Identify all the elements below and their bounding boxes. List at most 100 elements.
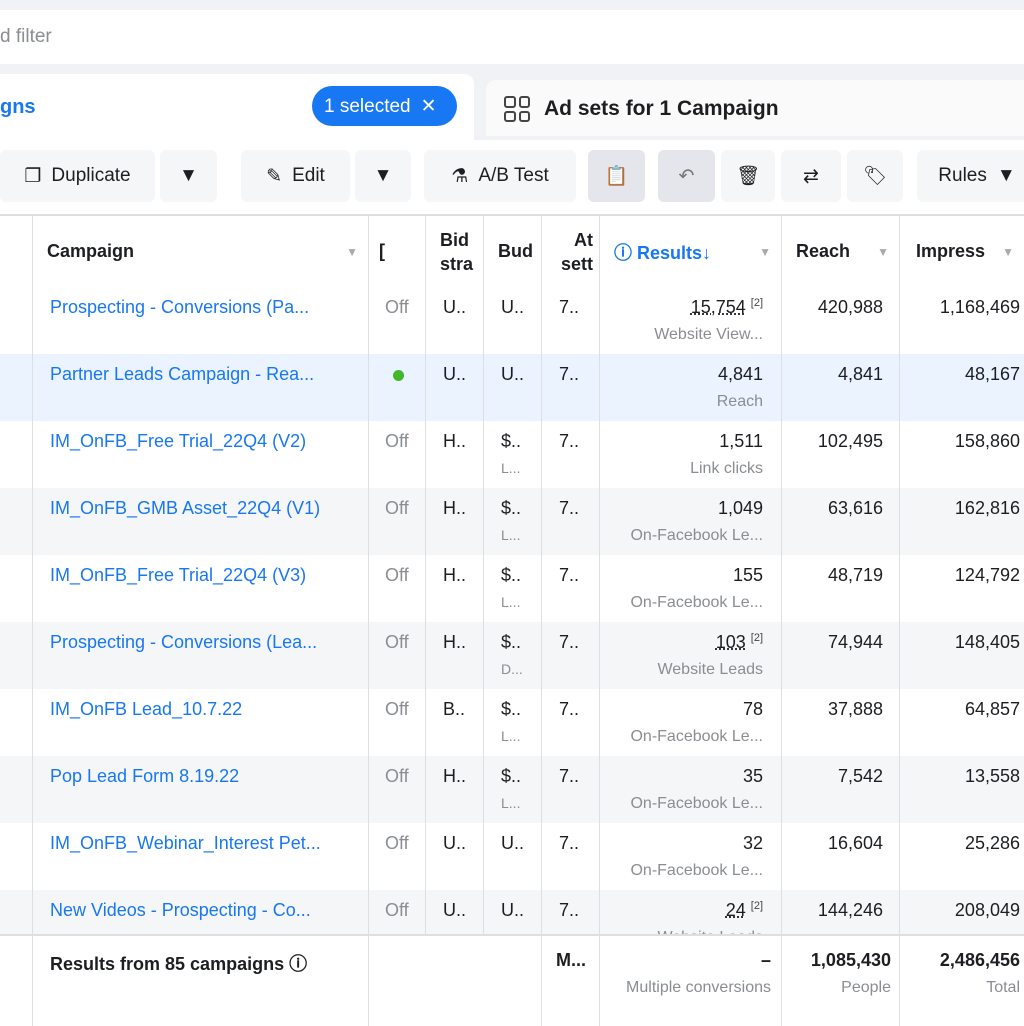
close-icon[interactable]: ✕: [421, 96, 437, 117]
results-value: 1,511: [719, 431, 763, 451]
table-row[interactable]: IM_OnFB Lead_10.7.22 Off B.. $..L... 7..…: [0, 689, 1024, 756]
duplicate-dropdown[interactable]: ▼: [160, 150, 217, 202]
sort-caret-icon[interactable]: ▼: [346, 245, 358, 259]
campaign-name[interactable]: Prospecting - Conversions (Pa...: [50, 297, 309, 317]
results-value: 78: [743, 699, 763, 719]
toolbar: ❐Duplicate ▼ ✎Edit ▼ ⚗A/B Test 📋 ↶ 🗑 ⇄ 🏷…: [0, 140, 1024, 214]
info-icon[interactable]: ⓘ: [289, 954, 307, 974]
tab-adsets[interactable]: Ad sets for 1 Campaign: [486, 80, 1024, 136]
info-icon: ⓘ: [614, 243, 637, 263]
header-budget[interactable]: Bud: [484, 216, 542, 287]
reach-value: 144,246: [818, 900, 883, 920]
campaign-name-link[interactable]: IM_OnFB_Webinar_Interest Pet...: [33, 823, 369, 890]
header-bid-strategy[interactable]: Bid stra: [426, 216, 484, 287]
campaign-name-link[interactable]: Pop Lead Form 8.19.22: [33, 756, 369, 823]
results-cell: 4,841 Reach: [600, 354, 782, 421]
header-impressions[interactable]: Impress▼: [900, 216, 1024, 287]
delete-button[interactable]: 🗑: [721, 150, 775, 202]
row-checkbox-cell[interactable]: [0, 555, 33, 622]
active-status-dot: [393, 370, 404, 381]
budget-cell: $..L...: [484, 756, 542, 823]
edit-button[interactable]: ✎Edit: [241, 150, 350, 202]
selected-pill[interactable]: 1 selected✕: [312, 86, 457, 126]
delivery-cell: Off: [369, 488, 426, 555]
table-row[interactable]: IM_OnFB_GMB Asset_22Q4 (V1) Off H.. $..L…: [0, 488, 1024, 555]
header-campaign[interactable]: Campaign▼: [33, 216, 369, 287]
attribution-cell: 7..: [542, 756, 600, 823]
campaign-name-link[interactable]: IM_OnFB_Free Trial_22Q4 (V2): [33, 421, 369, 488]
table-row[interactable]: Prospecting - Conversions (Lea... Off H.…: [0, 622, 1024, 689]
row-checkbox-cell[interactable]: [0, 354, 33, 421]
budget-cell: $..L...: [484, 421, 542, 488]
sort-caret-icon[interactable]: ▼: [1002, 245, 1014, 259]
table-row[interactable]: IM_OnFB_Webinar_Interest Pet... Off U.. …: [0, 823, 1024, 890]
row-checkbox-cell[interactable]: [0, 689, 33, 756]
filter-input[interactable]: d filter: [0, 10, 1024, 64]
sort-caret-icon[interactable]: ▼: [759, 245, 771, 259]
header-attribution[interactable]: At sett: [542, 216, 600, 287]
attribution-cell: 7..: [542, 488, 600, 555]
attribution: 7..: [559, 498, 591, 519]
undo-icon: ↶: [679, 165, 695, 188]
campaign-name[interactable]: IM_OnFB_Free Trial_22Q4 (V3): [50, 565, 306, 585]
totals-attribution: M...: [542, 936, 600, 1026]
campaign-name[interactable]: IM_OnFB_Free Trial_22Q4 (V2): [50, 431, 306, 451]
results-value: 35: [743, 766, 763, 786]
results-value: 1,049: [718, 498, 763, 518]
duplicate-button[interactable]: ❐Duplicate: [0, 150, 155, 202]
row-checkbox-cell[interactable]: [0, 287, 33, 354]
campaign-name-link[interactable]: Partner Leads Campaign - Rea...: [33, 354, 369, 421]
campaign-name[interactable]: IM_OnFB_Webinar_Interest Pet...: [50, 833, 321, 853]
bid-strategy: H..: [443, 766, 475, 787]
reach-cell: 102,495: [782, 421, 900, 488]
campaign-name-link[interactable]: IM_OnFB_Free Trial_22Q4 (V3): [33, 555, 369, 622]
campaign-name[interactable]: IM_OnFB_GMB Asset_22Q4 (V1): [50, 498, 320, 518]
sort-caret-icon[interactable]: ▼: [877, 245, 889, 259]
caret-down-icon: ▼: [179, 165, 198, 187]
campaign-name[interactable]: Pop Lead Form 8.19.22: [50, 766, 239, 786]
delivery-cell: Off: [369, 287, 426, 354]
campaign-name-link[interactable]: Prospecting - Conversions (Pa...: [33, 287, 369, 354]
campaign-name[interactable]: Partner Leads Campaign - Rea...: [50, 364, 314, 384]
reach-cell: 37,888: [782, 689, 900, 756]
campaign-name[interactable]: Prospecting - Conversions (Lea...: [50, 632, 317, 652]
bid-strategy: U..: [443, 364, 475, 385]
table-row[interactable]: Pop Lead Form 8.19.22 Off H.. $..L... 7.…: [0, 756, 1024, 823]
campaign-name[interactable]: New Videos - Prospecting - Co...: [50, 900, 311, 920]
campaign-name-link[interactable]: IM_OnFB Lead_10.7.22: [33, 689, 369, 756]
row-checkbox-cell[interactable]: [0, 756, 33, 823]
header-delivery[interactable]: [: [369, 216, 426, 287]
table-row[interactable]: Partner Leads Campaign - Rea... U.. U.. …: [0, 354, 1024, 421]
campaign-name[interactable]: IM_OnFB Lead_10.7.22: [50, 699, 242, 719]
table-row[interactable]: Prospecting - Conversions (Pa... Off U..…: [0, 287, 1024, 354]
row-checkbox-cell[interactable]: [0, 488, 33, 555]
budget-cell: $..D...: [484, 622, 542, 689]
bid-strategy-cell: H..: [426, 555, 484, 622]
campaign-name-link[interactable]: IM_OnFB_GMB Asset_22Q4 (V1): [33, 488, 369, 555]
bid-strategy: U..: [443, 900, 475, 921]
row-checkbox-cell[interactable]: [0, 421, 33, 488]
edit-label: Edit: [292, 165, 325, 187]
delivery-cell: [369, 354, 426, 421]
row-checkbox-cell[interactable]: [0, 622, 33, 689]
table-row[interactable]: IM_OnFB_Free Trial_22Q4 (V2) Off H.. $..…: [0, 421, 1024, 488]
export-button[interactable]: ⇄: [781, 150, 841, 202]
clipboard-button[interactable]: 📋: [588, 150, 645, 202]
totals-reach-value: 1,085,430: [790, 950, 891, 971]
delivery-status: Off: [385, 498, 409, 518]
budget-cell: $..L...: [484, 689, 542, 756]
undo-button[interactable]: ↶: [658, 150, 715, 202]
ab-test-button[interactable]: ⚗A/B Test: [424, 150, 576, 202]
header-label: Results↓: [637, 243, 711, 263]
header-reach[interactable]: Reach▼: [782, 216, 900, 287]
tag-button[interactable]: 🏷: [847, 150, 903, 202]
delivery-status: Off: [385, 900, 409, 920]
campaign-name-link[interactable]: Prospecting - Conversions (Lea...: [33, 622, 369, 689]
rules-button[interactable]: Rules▼: [917, 150, 1024, 202]
header-results[interactable]: ⓘ Results↓ ▼: [600, 216, 782, 287]
edit-dropdown[interactable]: ▼: [355, 150, 411, 202]
attribution: 7..: [559, 699, 591, 720]
table-row[interactable]: IM_OnFB_Free Trial_22Q4 (V3) Off H.. $..…: [0, 555, 1024, 622]
bid-strategy: U..: [443, 833, 475, 854]
row-checkbox-cell[interactable]: [0, 823, 33, 890]
